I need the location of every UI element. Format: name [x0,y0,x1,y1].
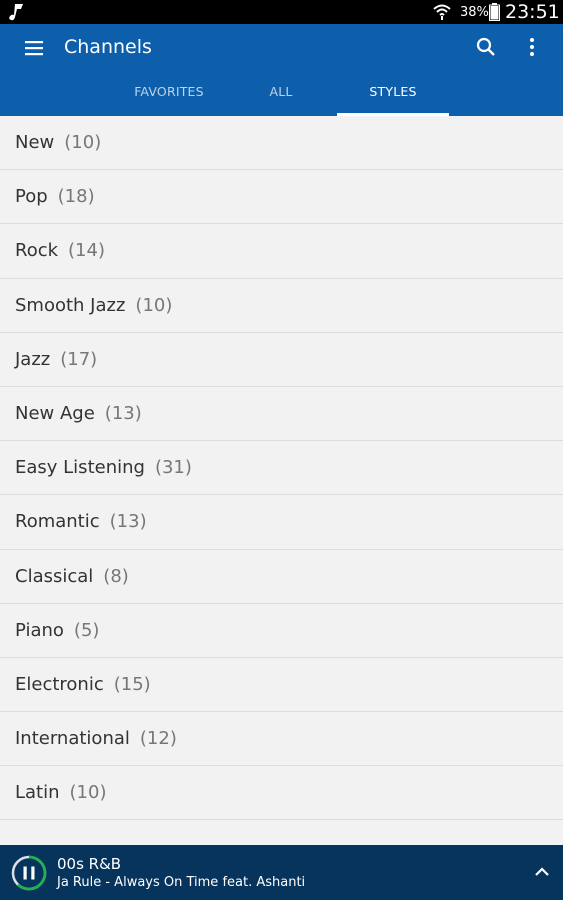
list-item[interactable]: Romantic (13) [0,495,563,550]
list-item[interactable]: Pop (18) [0,170,563,225]
style-name: New (10) [15,132,101,153]
style-name: Electronic (15) [15,674,151,695]
list-item[interactable]: Easy Listening (31) [0,441,563,496]
style-count: (31) [154,457,192,479]
list-item[interactable]: New Age (13) [0,387,563,442]
style-name: Piano (5) [15,620,99,641]
list-item[interactable]: Classical (8) [0,550,563,604]
style-label: Rock [15,240,59,262]
style-count: (5) [73,619,100,641]
list-item[interactable]: Smooth Jazz (10) [0,279,563,333]
style-name: Easy Listening (31) [15,457,192,478]
style-label: Jazz [15,348,51,370]
pause-icon[interactable] [10,854,48,892]
tab-favorites[interactable]: FAVORITES [113,72,225,116]
list-item[interactable]: Piano (5) [0,604,563,658]
battery-icon [489,3,500,21]
list-item[interactable]: Rock (14) [0,224,563,279]
style-name: Pop (18) [15,186,95,207]
tab-label: STYLES [369,84,417,99]
style-label: Latin [15,782,60,804]
styles-list: New (10) Pop (18) Rock (14) Smooth Jazz (10) Jaz… [0,116,563,845]
list-item[interactable]: International (12) [0,712,563,767]
list-item[interactable]: Electronic (15) [0,658,563,713]
style-name: New Age (13) [15,403,142,424]
style-label: Smooth Jazz [15,294,126,316]
style-count: (13) [109,511,147,533]
style-count: (8) [103,565,129,587]
battery-percent: 38% [460,5,489,20]
style-count: (13) [104,402,142,424]
style-count: (10) [135,294,173,316]
style-name: Rock (14) [15,240,105,261]
style-label: New [15,132,55,153]
style-label: Piano [15,619,64,641]
chevron-up-icon[interactable] [533,865,551,879]
style-count: (12) [139,728,177,750]
status-bar: 38% 23:51 [0,0,563,24]
tab-label: FAVORITES [134,84,204,99]
now-playing-track: Ja Rule - Always On Time feat. Ashanti [57,875,306,890]
page-title: Channels [64,36,152,58]
style-count: (10) [69,782,107,804]
style-label: International [15,728,130,750]
station-name: 00s R&B [57,855,122,873]
style-count: (14) [68,240,105,262]
list-item[interactable]: Jazz (17) [0,333,563,387]
style-count: (10) [64,132,102,153]
tab-styles[interactable]: STYLES [337,72,449,116]
style-label: Romantic [15,511,100,533]
wifi-icon [433,4,451,20]
search-icon[interactable] [474,35,498,59]
list-item[interactable]: New (10) [0,116,563,171]
style-name: Smooth Jazz (10) [15,295,172,316]
more-vert-icon[interactable] [522,35,542,59]
style-count: (15) [113,673,151,695]
style-name: Latin (10) [15,782,106,803]
style-name: Classical (8) [15,566,129,587]
style-label: New Age [15,402,95,424]
tab-all[interactable]: ALL [225,72,337,116]
style-count: (17) [60,348,98,370]
mini-player[interactable]: 00s R&B Ja Rule - Always On Time feat. A… [0,845,563,900]
music-note-icon [9,4,23,21]
style-name: Jazz (17) [15,349,97,370]
style-label: Easy Listening [15,457,145,479]
list-item[interactable]: Latin (10) [0,766,563,821]
style-name: International (12) [15,728,177,749]
style-label: Classical [15,565,94,587]
style-label: Pop [15,186,48,208]
style-name: Romantic (13) [15,511,147,532]
hamburger-menu-icon[interactable] [22,38,48,58]
style-count: (18) [57,186,95,208]
style-label: Electronic [15,673,104,695]
status-clock: 23:51 [505,1,560,23]
app-bar: Channels FAVORITES ALL STYLES [0,24,563,116]
tab-label: ALL [269,84,293,99]
